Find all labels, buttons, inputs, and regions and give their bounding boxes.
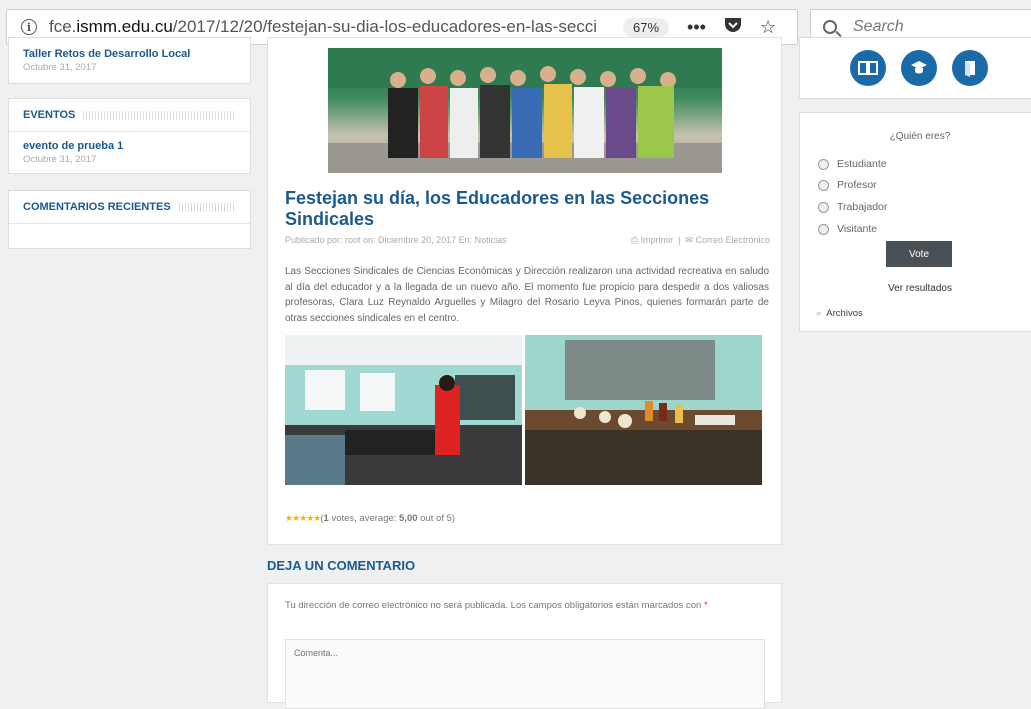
info-icon[interactable]: i [21, 19, 37, 35]
post-title[interactable]: Festejan su día, los Educadores en las S… [285, 188, 765, 230]
event-link[interactable]: evento de prueba 1 [9, 132, 250, 152]
comments-title: COMENTARIOS RECIENTES [23, 201, 171, 213]
radio-button[interactable] [818, 179, 829, 191]
poll-widget: ¿Quién eres? Estudiante Profesor Trabaja… [799, 112, 1031, 332]
recent-comments-widget: COMENTARIOS RECIENTES [8, 190, 251, 249]
post-rating: ★★★★★(1 votes, average: 5,00 out of 5) [285, 513, 456, 524]
table-food-photo [525, 335, 762, 485]
book-icon[interactable] [850, 50, 886, 86]
recent-posts-widget: Taller Retos de Desarrollo Local Octubre… [8, 37, 251, 84]
graduate-icon[interactable] [901, 50, 937, 86]
classroom-photo [285, 335, 522, 485]
quick-links-widget [799, 37, 1031, 99]
pocket-icon[interactable] [724, 17, 742, 38]
search-icon [823, 20, 837, 34]
radio-button[interactable] [818, 158, 829, 170]
vote-button[interactable]: Vote [886, 241, 952, 267]
email-icon[interactable]: ✉ [685, 235, 695, 245]
chevron-right-icon: » [816, 308, 822, 319]
rating-stars[interactable]: ★★★★★ [285, 513, 321, 523]
post-meta: Publicado por: root on: Diciembre 20, 20… [285, 235, 770, 245]
events-widget: EVENTOS evento de prueba 1 Octubre 31, 2… [8, 98, 251, 174]
comment-form: Tu dirección de correo electrónico no se… [267, 583, 782, 709]
radio-button[interactable] [818, 223, 829, 235]
event-date: Octubre 31, 2017 [23, 154, 97, 165]
events-title: EVENTOS [23, 109, 76, 121]
comment-note: Tu dirección de correo electrónico no se… [285, 600, 708, 611]
zoom-badge[interactable]: 67% [623, 17, 670, 37]
post-article: Festejan su día, los Educadores en las S… [267, 37, 782, 545]
print-link[interactable]: Imprimir [641, 235, 674, 245]
post-body: Las Secciones Sindicales de Ciencias Eco… [285, 266, 769, 324]
poll-option[interactable]: Visitante [818, 223, 877, 235]
poll-option[interactable]: Profesor [818, 179, 877, 191]
post-link[interactable]: Taller Retos de Desarrollo Local [9, 38, 250, 60]
more-actions-icon[interactable]: ••• [687, 17, 706, 38]
comment-heading: DEJA UN COMENTARIO [267, 558, 416, 573]
radio-button[interactable] [818, 201, 829, 213]
comment-textarea[interactable] [285, 639, 765, 709]
poll-option[interactable]: Trabajador [818, 201, 887, 213]
poll-option[interactable]: Estudiante [818, 158, 887, 170]
search-input[interactable]: Search [853, 18, 904, 36]
poll-question: ¿Quién eres? [889, 131, 951, 142]
archives-link[interactable]: » Archivos [816, 308, 863, 319]
post-meta-info: Publicado por: root on: Diciembre 20, 20… [285, 235, 507, 245]
url-text[interactable]: fce.ismm.edu.cu/2017/12/20/festejan-su-d… [49, 17, 609, 37]
hero-photo [328, 48, 722, 173]
print-icon[interactable]: ⎙ [631, 235, 641, 245]
document-icon[interactable] [952, 50, 988, 86]
post-date: Octubre 31, 2017 [23, 62, 97, 73]
view-results-link[interactable]: Ver resultados [800, 283, 1031, 294]
bookmark-star-icon[interactable]: ☆ [760, 17, 776, 38]
email-link[interactable]: Correo Electrónico [695, 235, 770, 245]
